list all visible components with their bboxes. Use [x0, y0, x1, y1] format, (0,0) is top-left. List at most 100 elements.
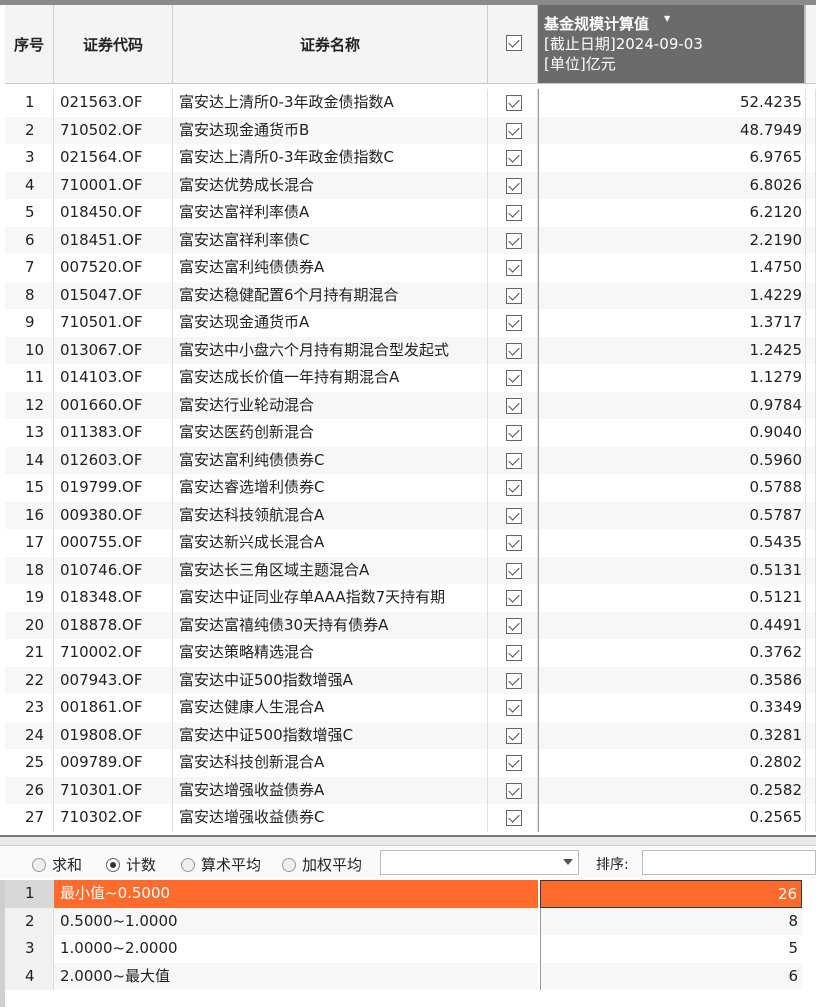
row-code[interactable]: 000755.OF — [54, 529, 173, 557]
table-row[interactable]: 21 710002.OF 富安达策略精选混合 0.3762 — [5, 639, 816, 667]
row-checkbox[interactable] — [506, 452, 522, 469]
table-row[interactable]: 23 001861.OF 富安达健康人生混合A 0.3349 — [5, 694, 816, 722]
row-name[interactable]: 富安达长三角区域主题混合A — [173, 556, 488, 584]
row-name[interactable]: 富安达增强收益债券A — [173, 776, 488, 804]
row-code[interactable]: 018451.OF — [54, 226, 173, 254]
table-row[interactable]: 1 021563.OF 富安达上清所0-3年政金债指数A 52.4235 — [5, 89, 816, 117]
table-row[interactable]: 17 000755.OF 富安达新兴成长混合A 0.5435 — [5, 529, 816, 557]
table-row[interactable]: 19 018348.OF 富安达中证同业存单AAA指数7天持有期 0.5121 — [5, 584, 816, 612]
row-name[interactable]: 富安达优势成长混合 — [173, 171, 488, 199]
col-header-metric[interactable]: ▼ 基金规模计算值 [截止日期]2024-09-03 [单位]亿元 — [538, 5, 806, 84]
row-name[interactable]: 富安达中证500指数增强A — [173, 666, 488, 694]
row-code[interactable]: 710301.OF — [54, 776, 173, 804]
table-row[interactable]: 20 018878.OF 富安达富禧纯债30天持有债券A 0.4491 — [5, 611, 816, 639]
row-code[interactable]: 710001.OF — [54, 171, 173, 199]
row-checkbox[interactable] — [506, 480, 522, 496]
row-code[interactable]: 018450.OF — [54, 199, 173, 227]
table-row[interactable]: 11 014103.OF 富安达成长价值一年持有期混合A 1.1279 — [5, 364, 816, 392]
row-checkbox[interactable] — [506, 755, 522, 771]
row-name[interactable]: 富安达医药创新混合 — [173, 419, 488, 447]
row-checkbox[interactable] — [506, 315, 522, 331]
row-code[interactable]: 710302.OF — [54, 804, 173, 832]
row-checkbox[interactable] — [506, 260, 522, 276]
table-row[interactable]: 8 015047.OF 富安达稳健配置6个月持有期混合 1.4229 — [5, 281, 816, 309]
row-name[interactable]: 富安达成长价值一年持有期混合A — [173, 364, 488, 392]
row-checkbox[interactable] — [506, 535, 522, 551]
row-checkbox[interactable] — [506, 727, 522, 744]
row-checkbox[interactable] — [506, 590, 522, 606]
row-checkbox[interactable] — [506, 700, 522, 716]
row-checkbox[interactable] — [506, 287, 522, 304]
row-name[interactable]: 富安达科技领航混合A — [173, 501, 488, 529]
select-all-checkbox[interactable] — [506, 35, 522, 51]
table-row[interactable]: 4 710001.OF 富安达优势成长混合 6.8026 — [5, 171, 816, 199]
row-name[interactable]: 富安达增强收益债券C — [173, 804, 488, 832]
table-row[interactable]: 26 710301.OF 富安达增强收益债券A 0.2582 — [5, 776, 816, 804]
row-name[interactable]: 富安达中证同业存单AAA指数7天持有期 — [173, 584, 488, 612]
row-code[interactable]: 018348.OF — [54, 584, 173, 612]
row-code[interactable]: 007520.OF — [54, 254, 173, 282]
stats-row[interactable]: 1 最小值~0.5000 26 — [5, 880, 802, 908]
table-row[interactable]: 9 710501.OF 富安达现金通货币A 1.3717 — [5, 309, 816, 337]
row-checkbox[interactable] — [506, 95, 522, 111]
row-name[interactable]: 富安达现金通货币A — [173, 309, 488, 337]
row-name[interactable]: 富安达富利纯债债券A — [173, 254, 488, 282]
col-header-select-all[interactable] — [488, 5, 538, 84]
row-checkbox[interactable] — [506, 810, 522, 826]
row-checkbox[interactable] — [506, 232, 522, 249]
row-name[interactable]: 富安达中证500指数增强C — [173, 721, 488, 749]
row-code[interactable]: 011383.OF — [54, 419, 173, 447]
row-name[interactable]: 富安达行业轮动混合 — [173, 391, 488, 419]
radio-weighted[interactable]: 加权平均 — [282, 854, 362, 875]
row-checkbox[interactable] — [506, 370, 522, 386]
row-code[interactable]: 019808.OF — [54, 721, 173, 749]
sort-desc-icon[interactable]: ▼ — [664, 9, 670, 29]
table-row[interactable]: 16 009380.OF 富安达科技领航混合A 0.5787 — [5, 501, 816, 529]
row-code[interactable]: 019799.OF — [54, 474, 173, 502]
row-code[interactable]: 014103.OF — [54, 364, 173, 392]
table-row[interactable]: 27 710302.OF 富安达增强收益债券C 0.2565 — [5, 804, 816, 832]
sort-input[interactable] — [642, 850, 816, 875]
row-checkbox[interactable] — [506, 122, 522, 139]
row-code[interactable]: 007943.OF — [54, 666, 173, 694]
stats-row[interactable]: 3 1.0000~2.0000 5 — [5, 935, 802, 963]
row-code[interactable]: 009789.OF — [54, 749, 173, 777]
col-header-code[interactable]: 证券代码 — [54, 5, 173, 84]
row-name[interactable]: 富安达现金通货币B — [173, 116, 488, 144]
row-checkbox[interactable] — [506, 397, 522, 414]
row-code[interactable]: 012603.OF — [54, 446, 173, 474]
row-name[interactable]: 富安达上清所0-3年政金债指数C — [173, 144, 488, 172]
table-row[interactable]: 5 018450.OF 富安达富祥利率债A 6.2120 — [5, 199, 816, 227]
row-code[interactable]: 015047.OF — [54, 281, 173, 309]
weight-field-dropdown[interactable] — [380, 850, 579, 875]
row-name[interactable]: 富安达富利纯债债券C — [173, 446, 488, 474]
row-name[interactable]: 富安达策略精选混合 — [173, 639, 488, 667]
col-header-no[interactable]: 序号 — [5, 5, 54, 84]
radio-mean[interactable]: 算术平均 — [181, 854, 261, 875]
row-name[interactable]: 富安达上清所0-3年政金债指数A — [173, 89, 488, 117]
table-row[interactable]: 13 011383.OF 富安达医药创新混合 0.9040 — [5, 419, 816, 447]
row-checkbox[interactable] — [506, 782, 522, 799]
row-checkbox[interactable] — [506, 342, 522, 359]
row-code[interactable]: 001861.OF — [54, 694, 173, 722]
row-code[interactable]: 710501.OF — [54, 309, 173, 337]
row-checkbox[interactable] — [506, 672, 522, 689]
row-checkbox[interactable] — [506, 150, 522, 166]
row-checkbox[interactable] — [506, 205, 522, 221]
row-code[interactable]: 013067.OF — [54, 336, 173, 364]
table-row[interactable]: 2 710502.OF 富安达现金通货币B 48.7949 — [5, 116, 816, 144]
table-row[interactable]: 15 019799.OF 富安达睿选增利债券C 0.5788 — [5, 474, 816, 502]
radio-count[interactable]: 计数 — [106, 854, 156, 875]
table-row[interactable]: 22 007943.OF 富安达中证500指数增强A 0.3586 — [5, 666, 816, 694]
table-row[interactable]: 25 009789.OF 富安达科技创新混合A 0.2802 — [5, 749, 816, 777]
table-row[interactable]: 3 021564.OF 富安达上清所0-3年政金债指数C 6.9765 — [5, 144, 816, 172]
row-checkbox[interactable] — [506, 177, 522, 194]
row-code[interactable]: 010746.OF — [54, 556, 173, 584]
row-name[interactable]: 富安达健康人生混合A — [173, 694, 488, 722]
row-code[interactable]: 710502.OF — [54, 116, 173, 144]
table-row[interactable]: 6 018451.OF 富安达富祥利率债C 2.2190 — [5, 226, 816, 254]
row-name[interactable]: 富安达富祥利率债C — [173, 226, 488, 254]
panel-splitter[interactable] — [0, 835, 816, 846]
row-name[interactable]: 富安达中小盘六个月持有期混合型发起式 — [173, 336, 488, 364]
row-checkbox[interactable] — [506, 562, 522, 579]
